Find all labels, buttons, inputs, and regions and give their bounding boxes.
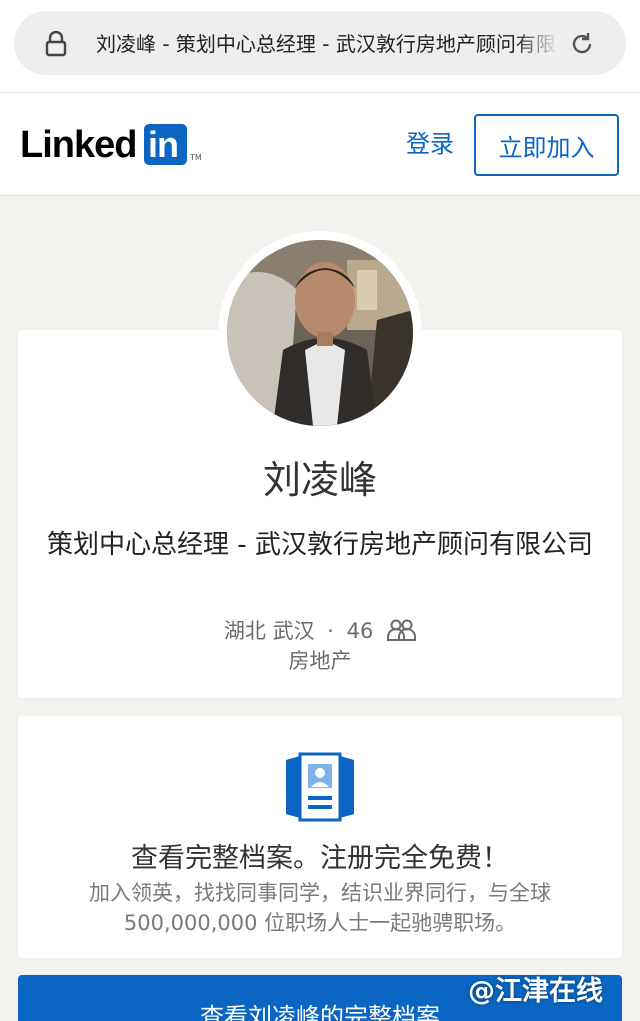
signup-cta-card: 查看完整档案。注册完全免费！ 加入领英，找找同事同学，结识业界同行，与全球 50…: [18, 716, 622, 958]
cta-description: 加入领英，找找同事同学，结识业界同行，与全球 500,000,000 位职场人士…: [89, 881, 551, 935]
lock-icon: [45, 31, 67, 57]
address-bar[interactable]: 刘凌峰 - 策划中心总经理 - 武汉敦行房地产顾问有限公司: [14, 11, 626, 75]
separator-dot: ·: [327, 619, 334, 643]
logo-trademark: TM: [190, 153, 202, 162]
profile-location: 湖北 武汉: [223, 619, 315, 643]
profile-document-icon: [286, 752, 354, 822]
avatar-frame: [218, 231, 422, 435]
join-button[interactable]: 立即加入: [474, 114, 619, 176]
url-fade: [514, 27, 559, 61]
browser-toolbar: 刘凌峰 - 策划中心总经理 - 武汉敦行房地产顾问有限公司: [0, 0, 640, 92]
url-text[interactable]: 刘凌峰 - 策划中心总经理 - 武汉敦行房地产顾问有限公司: [96, 29, 556, 59]
signin-link[interactable]: 登录: [406, 127, 454, 161]
avatar-photo: [227, 240, 413, 426]
profile-name: 刘凌峰: [262, 458, 377, 502]
logo-in-box: in: [144, 124, 187, 165]
reload-icon[interactable]: [568, 30, 596, 58]
profile-location-connections: 湖北 武汉 · 46: [0, 616, 640, 646]
avatar[interactable]: [227, 240, 413, 426]
people-icon: [387, 619, 417, 641]
cta-title: 查看完整档案。注册完全免费！: [131, 843, 509, 874]
logo-wordmark: Linked: [20, 124, 137, 166]
connections-count: 46: [346, 619, 374, 643]
site-header: Linked in TM 登录 立即加入: [0, 92, 640, 196]
logo-in-text: in: [148, 124, 179, 165]
linkedin-logo[interactable]: Linked in TM: [20, 123, 202, 167]
profile-industry: 房地产: [288, 649, 352, 673]
watermark-text: @江津在线: [468, 976, 603, 1007]
profile-headline: 策划中心总经理 - 武汉敦行房地产顾问有限公司: [47, 530, 593, 560]
